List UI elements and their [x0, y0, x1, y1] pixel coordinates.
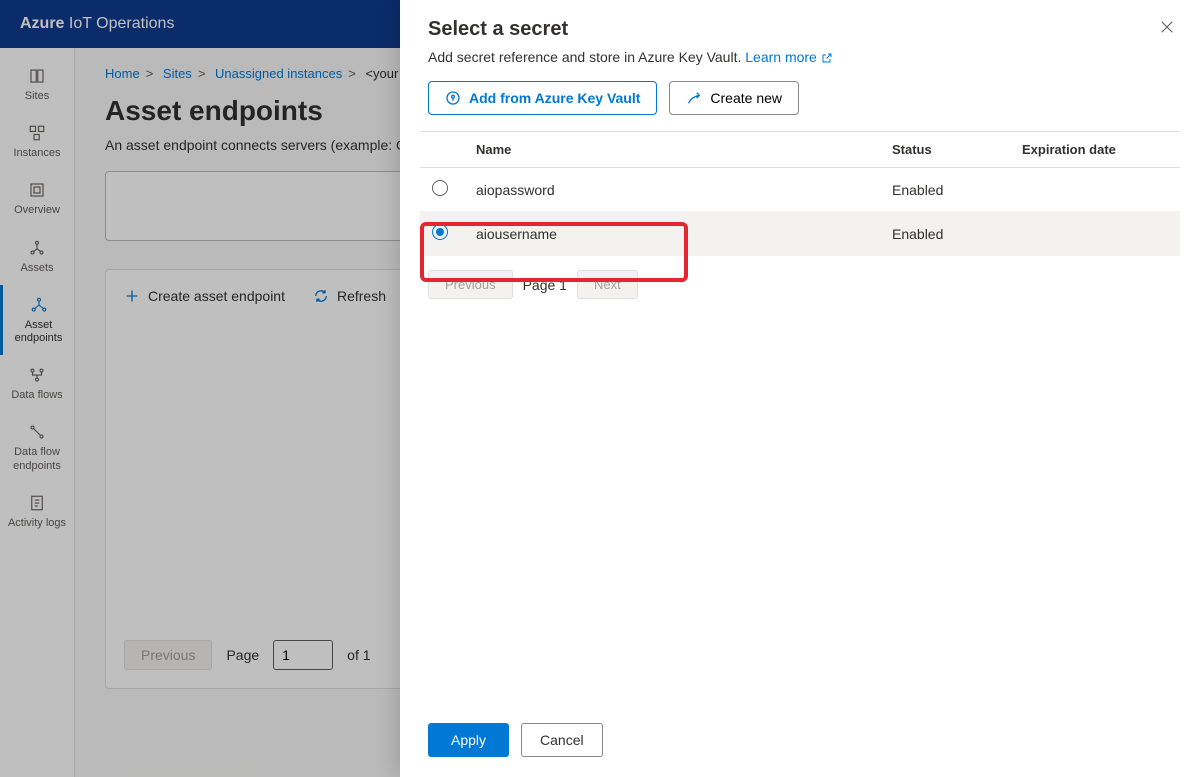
create-new-button[interactable]: Create new	[669, 81, 799, 115]
secret-name: aiousername	[464, 212, 880, 256]
learn-more-link[interactable]: Learn more	[745, 49, 832, 65]
panel-previous-button[interactable]: Previous	[428, 270, 513, 299]
apply-button[interactable]: Apply	[428, 723, 509, 757]
secret-name: aiopassword	[464, 168, 880, 212]
col-status: Status	[880, 132, 1010, 168]
close-button[interactable]	[1158, 18, 1176, 39]
secret-status: Enabled	[880, 212, 1010, 256]
secret-expiration	[1010, 212, 1180, 256]
select-secret-panel: Select a secret Add secret reference and…	[400, 0, 1200, 777]
cancel-button[interactable]: Cancel	[521, 723, 603, 757]
secret-expiration	[1010, 168, 1180, 212]
secret-status: Enabled	[880, 168, 1010, 212]
table-row[interactable]: aiousername Enabled	[420, 212, 1180, 256]
table-row[interactable]: aiopassword Enabled	[420, 168, 1180, 212]
panel-pager: Previous Page 1 Next	[428, 270, 1172, 299]
panel-footer: Apply Cancel	[400, 707, 1200, 777]
panel-subtitle: Add secret reference and store in Azure …	[428, 49, 1172, 65]
col-name: Name	[464, 132, 880, 168]
col-expiration: Expiration date	[1010, 132, 1180, 168]
radio-checked[interactable]	[432, 224, 448, 240]
panel-next-button[interactable]: Next	[577, 270, 638, 299]
close-icon	[1158, 18, 1176, 36]
panel-title: Select a secret	[428, 18, 1172, 41]
panel-page-indicator: Page 1	[523, 277, 567, 293]
radio-unchecked[interactable]	[432, 180, 448, 196]
secrets-table: Name Status Expiration date aiopassword …	[420, 131, 1180, 256]
add-from-key-vault-button[interactable]: Add from Azure Key Vault	[428, 81, 657, 115]
key-vault-icon	[445, 90, 461, 106]
create-icon	[686, 90, 702, 106]
external-link-icon	[821, 52, 833, 64]
